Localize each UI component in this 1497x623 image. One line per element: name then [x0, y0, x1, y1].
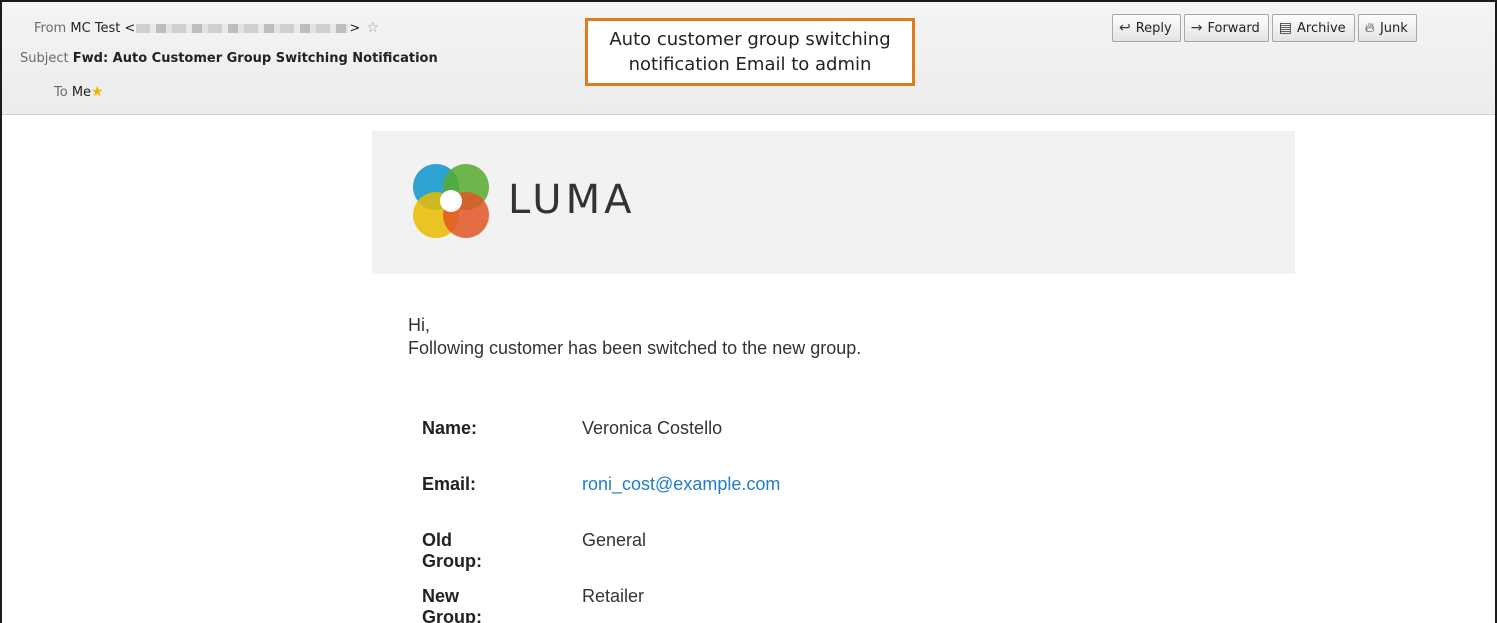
message-header: From MC Test < > ☆ Subject Fwd: Auto Cust… — [2, 2, 1495, 115]
from-row: From MC Test < > ☆ — [34, 20, 379, 36]
junk-button[interactable]: 🔥︎ Junk — [1357, 14, 1417, 42]
subject-value: Fwd: Auto Customer Group Switching Notif… — [72, 51, 438, 66]
star-icon[interactable]: ★ — [91, 84, 104, 100]
annotation-box: Auto customer group switching notificati… — [585, 18, 915, 86]
email-link[interactable]: roni_cost@example.com — [582, 474, 780, 495]
to-row: To Me★ — [54, 84, 104, 100]
forward-button[interactable]: → Forward — [1183, 14, 1269, 42]
email-label: Email: — [422, 474, 477, 494]
annotation-line-1: Auto customer group switching — [609, 29, 891, 50]
from-value[interactable]: MC Test < > — [70, 21, 360, 36]
name-label: Name: — [422, 418, 478, 438]
email-banner: LUMA — [372, 131, 1295, 274]
annotation-line-2: notification Email to admin — [628, 54, 872, 75]
message-text: Following customer has been switched to … — [408, 338, 862, 358]
old-group-value: General — [582, 530, 647, 550]
archive-label: Archive — [1297, 20, 1346, 36]
to-label: To — [54, 85, 68, 100]
new-group-label: New Group: — [422, 586, 482, 623]
logo-text: LUMA — [508, 177, 636, 223]
reply-label: Reply — [1135, 20, 1172, 36]
archive-icon: ▤ — [1278, 20, 1292, 36]
junk-icon: 🔥︎ — [1364, 20, 1375, 36]
new-group-value: Retailer — [582, 586, 645, 606]
greeting-block: Hi, Following customer has been switched… — [408, 314, 861, 360]
name-value: Veronica Costello — [582, 418, 723, 438]
email-viewer: From MC Test < > ☆ Subject Fwd: Auto Cust… — [0, 0, 1497, 623]
message-body: LUMA Hi, Following customer has been swi… — [2, 115, 1495, 623]
forward-icon: → — [1190, 20, 1203, 36]
forward-label: Forward — [1207, 20, 1260, 36]
message-toolbar: ↩ Reply → Forward ▤ Archive 🔥︎ Junk — [1112, 14, 1420, 42]
reply-icon: ↩ — [1119, 20, 1131, 36]
star-outline-icon[interactable]: ☆ — [366, 20, 379, 36]
archive-button[interactable]: ▤ Archive — [1271, 14, 1355, 42]
reply-button[interactable]: ↩ Reply — [1112, 14, 1181, 42]
luma-logo — [413, 164, 489, 238]
greeting: Hi, — [408, 315, 430, 335]
to-value[interactable]: Me — [72, 85, 91, 100]
subject-label: Subject — [20, 51, 69, 66]
junk-label: Junk — [1379, 20, 1408, 36]
redacted-email — [136, 24, 349, 33]
subject-row: Subject Fwd: Auto Customer Group Switchi… — [20, 51, 438, 66]
from-label: From — [34, 21, 67, 36]
old-group-label: Old Group: — [422, 530, 482, 571]
